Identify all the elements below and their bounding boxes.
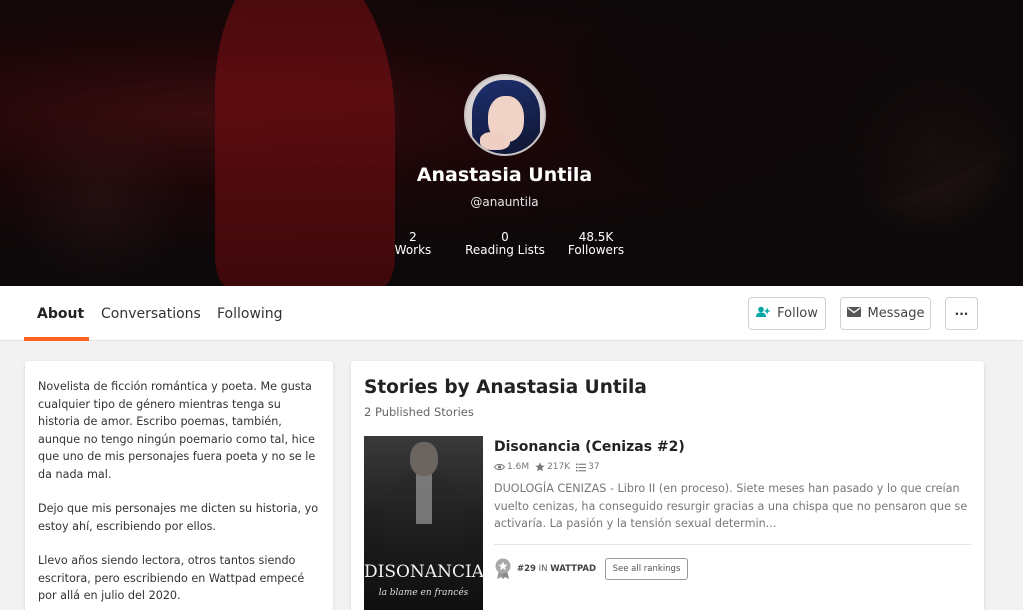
stories-card: Stories by Anastasia Untila 2 Published … <box>351 361 984 610</box>
about-paragraph: Novelista de ficción romántica y poeta. … <box>38 380 316 481</box>
story-reads: 1.6M <box>494 462 529 472</box>
story-votes-count: 217K <box>547 462 571 472</box>
list-icon <box>576 463 587 472</box>
stat-reading-lists[interactable]: 0 Reading Lists <box>465 231 545 257</box>
rank-number: #29 <box>517 564 536 574</box>
profile-name: Anastasia Untila <box>416 164 593 186</box>
about-card: Novelista de ficción romántica y poeta. … <box>25 361 333 610</box>
medal-icon <box>494 558 512 580</box>
more-options-button[interactable]: ··· <box>945 297 978 330</box>
about-paragraph: Dejo que mis personajes me dicten su his… <box>38 502 319 533</box>
add-person-icon <box>756 306 770 322</box>
story-parts-count: 37 <box>588 462 600 472</box>
story-cover[interactable]: DISONANCIA la blame en francés <box>364 436 483 610</box>
stat-followers-label: Followers <box>567 243 625 257</box>
envelope-icon <box>846 306 861 321</box>
tab-conversations[interactable]: Conversations <box>101 306 201 322</box>
follow-button[interactable]: Follow <box>748 297 826 330</box>
story-description: DUOLOGÍA CENIZAS - Libro II (en proceso)… <box>494 482 968 530</box>
message-button[interactable]: Message <box>840 297 931 330</box>
tab-following[interactable]: Following <box>217 306 283 322</box>
cover-subtitle: la blame en francés <box>378 588 469 598</box>
story-parts: 37 <box>576 462 600 472</box>
profile-handle: @anauntila <box>470 195 539 209</box>
stat-reading-lists-label: Reading Lists <box>465 243 545 257</box>
stat-followers[interactable]: 48.5K Followers <box>566 231 626 257</box>
rank-place: WATTPAD <box>550 564 597 574</box>
ellipsis-icon: ··· <box>954 306 969 321</box>
story-title[interactable]: Disonancia (Cenizas #2) <box>494 439 685 455</box>
tab-about[interactable]: About <box>37 306 84 322</box>
story-reads-count: 1.6M <box>507 462 530 472</box>
star-icon <box>535 462 545 472</box>
stories-count: 2 Published Stories <box>364 405 474 419</box>
active-tab-indicator <box>24 337 89 341</box>
divider <box>494 544 971 545</box>
ranking-text: #29 IN WATTPAD <box>517 564 596 574</box>
see-all-rankings-button[interactable]: See all rankings <box>605 558 688 580</box>
stat-works-label: Works <box>394 243 432 257</box>
story-stats: 1.6M 217K 37 <box>494 462 600 472</box>
eye-icon <box>494 463 505 471</box>
stories-title: Stories by Anastasia Untila <box>364 377 647 398</box>
follow-label: Follow <box>777 306 818 321</box>
rank-in: IN <box>538 564 548 574</box>
avatar <box>464 74 546 156</box>
message-label: Message <box>867 306 925 321</box>
story-votes: 217K <box>535 462 570 472</box>
about-paragraph: Llevo años siendo lectora, otros tantos … <box>38 554 305 602</box>
stat-works[interactable]: 2 Works <box>388 231 438 257</box>
cover-title: DISONANCIA <box>364 562 483 582</box>
